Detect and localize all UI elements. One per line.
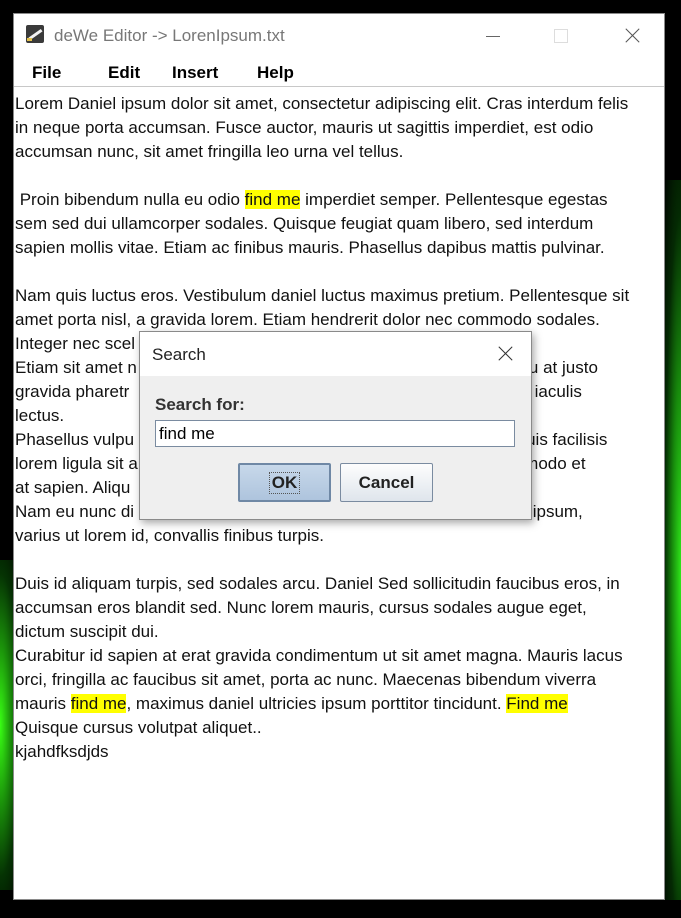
text-line: in neque porta accumsan. Fusce auctor, m…: [15, 116, 664, 140]
text-run: Duis id aliquam turpis, sed sodales arcu…: [15, 574, 620, 593]
text-run: dictum suscipit dui.: [15, 622, 159, 641]
text-run: mauris: [15, 694, 71, 713]
text-run: in neque porta accumsan. Fusce auctor, m…: [15, 118, 594, 137]
ok-button[interactable]: OK: [238, 463, 331, 502]
text-run: kjahdfksdjds: [15, 742, 109, 761]
window-title: deWe Editor -> LorenIpsum.txt: [54, 26, 285, 45]
close-icon[interactable]: [608, 14, 654, 59]
text-line: Nam quis luctus eros. Vestibulum daniel …: [15, 284, 664, 308]
text-line: Proin bibendum nulla eu odio find me imp…: [15, 188, 664, 212]
menu-help[interactable]: Help: [257, 63, 294, 83]
search-dialog: Search Search for: OK Cancel: [139, 331, 532, 520]
search-label: Search for:: [155, 395, 245, 414]
text-line: kjahdfksdjds: [15, 740, 664, 764]
app-icon: [26, 25, 44, 43]
desktop-background-right: [663, 180, 681, 900]
dialog-title: Search: [152, 345, 206, 364]
text-run: at sapien. Aliqu: [15, 478, 131, 497]
text-line: [15, 548, 664, 572]
text-run: varius ut lorem id, convallis finibus tu…: [15, 526, 324, 545]
ok-button-label: OK: [268, 471, 301, 494]
text-run: accumsan eros blandit sed. Nunc lorem ma…: [15, 598, 587, 617]
text-run: , maximus daniel ultricies ipsum porttit…: [126, 694, 507, 713]
text-line: amet porta nisl, a gravida lorem. Etiam …: [15, 308, 664, 332]
text-run: accumsan nunc, sit amet fringilla leo ur…: [15, 142, 404, 161]
text-line: accumsan nunc, sit amet fringilla leo ur…: [15, 140, 664, 164]
text-line: Quisque cursus volutpat aliquet..: [15, 716, 664, 740]
menu-bar: File Edit Insert Help: [14, 59, 664, 87]
text-line: sem sed dui ullamcorper sodales. Quisque…: [15, 212, 664, 236]
text-run: Proin bibendum nulla eu odio: [15, 190, 245, 209]
text-line: orci, fringilla ac faucibus sit amet, po…: [15, 668, 664, 692]
menu-file[interactable]: File: [32, 63, 61, 83]
dialog-close-icon[interactable]: [488, 340, 522, 368]
text-run: orci, fringilla ac faucibus sit amet, po…: [15, 670, 597, 689]
text-line: accumsan eros blandit sed. Nunc lorem ma…: [15, 596, 664, 620]
text-run: sapien mollis vitae. Etiam ac finibus ma…: [15, 238, 605, 257]
text-run: Quisque cursus volutpat aliquet..: [15, 718, 262, 737]
text-line: Duis id aliquam turpis, sed sodales arcu…: [15, 572, 664, 596]
search-input[interactable]: [155, 420, 515, 447]
dialog-title-bar[interactable]: Search: [140, 332, 531, 376]
text-line: [15, 164, 664, 188]
text-line: varius ut lorem id, convallis finibus tu…: [15, 524, 664, 548]
text-line: Lorem Daniel ipsum dolor sit amet, conse…: [15, 92, 664, 116]
minimize-icon[interactable]: [470, 14, 516, 59]
text-line: sapien mollis vitae. Etiam ac finibus ma…: [15, 236, 664, 260]
cancel-button[interactable]: Cancel: [340, 463, 433, 502]
text-line: dictum suscipit dui.: [15, 620, 664, 644]
menu-edit[interactable]: Edit: [108, 63, 140, 83]
text-run: imperdiet semper. Pellentesque egestas: [300, 190, 608, 209]
search-highlight: Find me: [506, 694, 568, 713]
search-highlight: find me: [244, 190, 301, 209]
menu-insert[interactable]: Insert: [172, 63, 218, 83]
text-run: Curabitur id sapien at erat gravida cond…: [15, 646, 623, 665]
text-run: amet porta nisl, a gravida lorem. Etiam …: [15, 310, 600, 329]
text-run: sem sed dui ullamcorper sodales. Quisque…: [15, 214, 594, 233]
search-highlight: find me: [70, 694, 127, 713]
maximize-icon[interactable]: [538, 14, 584, 59]
text-line: mauris find me, maximus daniel ultricies…: [15, 692, 664, 716]
text-line: [15, 260, 664, 284]
text-run: Nam quis luctus eros. Vestibulum daniel …: [15, 286, 630, 305]
text-run: Lorem Daniel ipsum dolor sit amet, conse…: [15, 94, 629, 113]
title-bar[interactable]: deWe Editor -> LorenIpsum.txt: [14, 14, 664, 59]
text-run: lectus.: [15, 406, 65, 425]
text-line: Curabitur id sapien at erat gravida cond…: [15, 644, 664, 668]
